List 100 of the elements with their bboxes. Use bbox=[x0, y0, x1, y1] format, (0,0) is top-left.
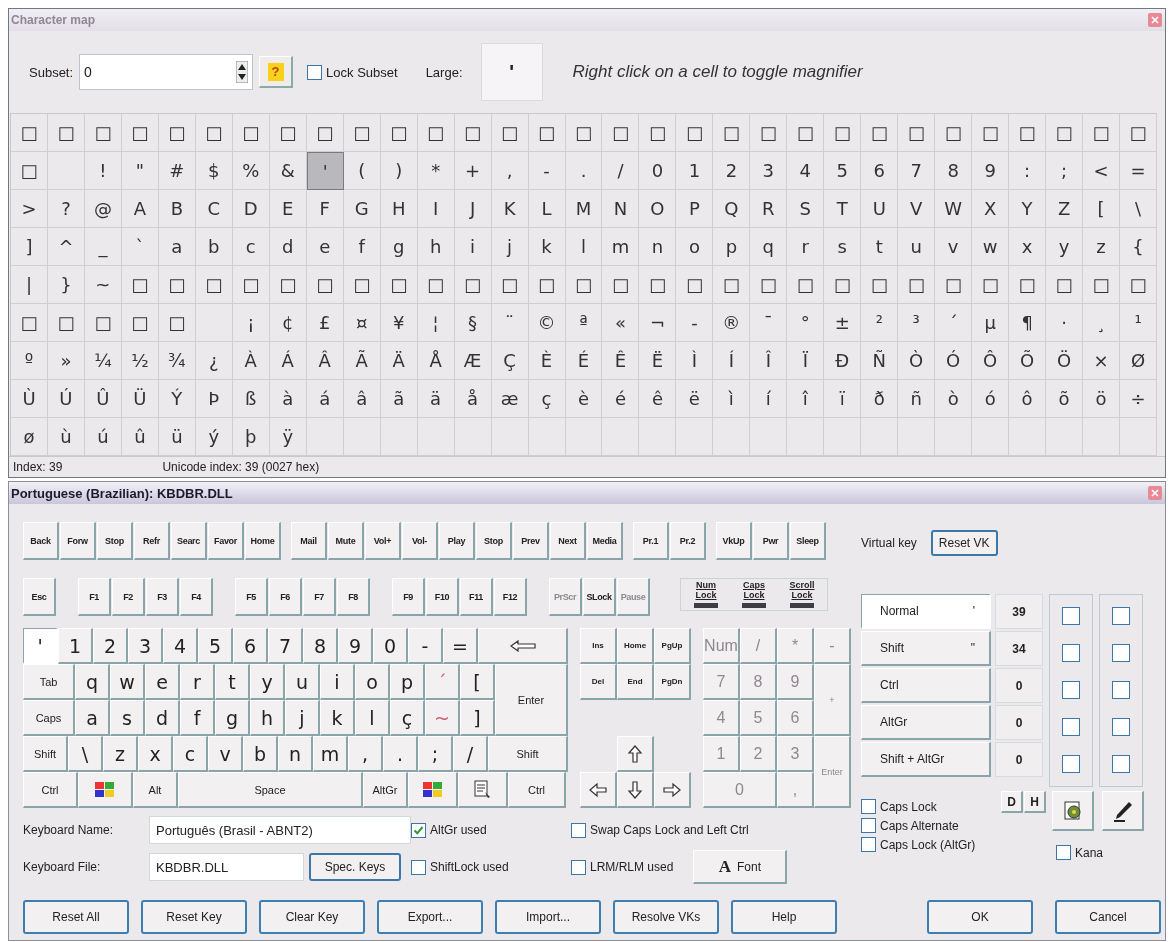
character-cell[interactable]: Ô bbox=[972, 342, 1010, 380]
character-code-field[interactable]: 0 bbox=[995, 705, 1043, 740]
keyboard-key[interactable]: 8 bbox=[303, 628, 338, 664]
character-cell[interactable] bbox=[639, 418, 677, 456]
character-cell[interactable]: z bbox=[1083, 228, 1121, 266]
character-cell[interactable]: Ò bbox=[898, 342, 936, 380]
character-cell[interactable]: □ bbox=[824, 114, 862, 152]
character-cell[interactable]: □ bbox=[121, 266, 159, 304]
character-cell[interactable]: Ê bbox=[602, 342, 640, 380]
character-cell[interactable]: + bbox=[454, 152, 492, 190]
dialog-button[interactable]: Reset Key bbox=[141, 900, 247, 934]
character-cell[interactable]: × bbox=[1083, 342, 1121, 380]
character-cell[interactable]: r bbox=[787, 228, 825, 266]
character-cell[interactable]: ö bbox=[1083, 380, 1121, 418]
keyboard-key[interactable]: s bbox=[110, 700, 145, 736]
character-cell[interactable]: ¦ bbox=[417, 304, 455, 342]
character-cell[interactable]: n bbox=[639, 228, 677, 266]
character-cell[interactable]: C bbox=[195, 190, 233, 228]
character-cell[interactable]: ¢ bbox=[269, 304, 307, 342]
character-cell[interactable]: ú bbox=[84, 418, 122, 456]
character-cell[interactable]: V bbox=[898, 190, 936, 228]
character-cell[interactable]: ¾ bbox=[158, 342, 196, 380]
media-key[interactable]: Vol+ bbox=[365, 522, 401, 560]
media-key[interactable]: Mute bbox=[328, 522, 364, 560]
checkbox[interactable] bbox=[1062, 607, 1080, 625]
character-cell[interactable]: □ bbox=[491, 114, 529, 152]
keyboard-key[interactable]: / bbox=[453, 736, 488, 772]
character-cell[interactable]: < bbox=[1083, 152, 1121, 190]
character-cell[interactable]: R bbox=[750, 190, 788, 228]
character-cell[interactable]: ë bbox=[676, 380, 714, 418]
character-cell[interactable]: □ bbox=[380, 114, 418, 152]
character-cell[interactable]: · bbox=[1046, 304, 1084, 342]
character-cell[interactable]: æ bbox=[491, 380, 529, 418]
keyboard-key[interactable]: g bbox=[215, 700, 250, 736]
character-cell[interactable]: □ bbox=[750, 266, 788, 304]
character-cell[interactable]: ¹ bbox=[1120, 304, 1157, 342]
media-key[interactable]: Media bbox=[587, 522, 623, 560]
character-cell[interactable]: ¡ bbox=[232, 304, 270, 342]
character-cell[interactable]: ï bbox=[824, 380, 862, 418]
checkbox[interactable] bbox=[411, 822, 426, 838]
character-cell[interactable]: ? bbox=[47, 190, 85, 228]
character-cell[interactable]: ´ bbox=[935, 304, 973, 342]
character-cell[interactable]: □ bbox=[1009, 114, 1047, 152]
character-cell[interactable] bbox=[491, 418, 529, 456]
character-cell[interactable]: ¶ bbox=[1009, 304, 1047, 342]
media-key[interactable]: Pr.1 bbox=[633, 522, 669, 560]
character-cell[interactable]: □ bbox=[158, 266, 196, 304]
function-key[interactable]: F2 bbox=[112, 578, 145, 616]
keyboard-key[interactable] bbox=[654, 772, 691, 808]
character-cell[interactable]: □ bbox=[454, 114, 492, 152]
character-code-field[interactable]: 39 bbox=[995, 594, 1043, 629]
character-cell[interactable]: □ bbox=[1120, 114, 1157, 152]
keyboard-key[interactable]: Del bbox=[580, 664, 617, 700]
function-key[interactable]: F3 bbox=[146, 578, 179, 616]
keyboard-key[interactable]: 0 bbox=[373, 628, 408, 664]
character-cell[interactable] bbox=[454, 418, 492, 456]
character-cell[interactable]: è bbox=[565, 380, 603, 418]
media-key[interactable]: Play bbox=[439, 522, 475, 560]
keyboard-key[interactable]: Tab bbox=[23, 664, 75, 700]
character-cell[interactable]: □ bbox=[380, 266, 418, 304]
character-cell[interactable]: □ bbox=[898, 266, 936, 304]
character-cell[interactable]: □ bbox=[935, 114, 973, 152]
keyboard-key[interactable]: 6 bbox=[233, 628, 268, 664]
character-cell[interactable]: : bbox=[1009, 152, 1047, 190]
character-cell[interactable]: y bbox=[1046, 228, 1084, 266]
keyboard-key[interactable]: q bbox=[75, 664, 110, 700]
font-button[interactable]: A Font bbox=[693, 850, 788, 884]
character-cell[interactable]: § bbox=[454, 304, 492, 342]
character-cell[interactable]: □ bbox=[84, 114, 122, 152]
character-cell[interactable]: Ù bbox=[11, 380, 48, 418]
close-icon[interactable] bbox=[1148, 486, 1162, 500]
media-key[interactable]: Back bbox=[23, 522, 59, 560]
character-cell[interactable]: □ bbox=[195, 114, 233, 152]
keyboard-tool-button[interactable] bbox=[1052, 791, 1094, 831]
character-cell[interactable]: □ bbox=[195, 266, 233, 304]
character-cell[interactable]: â bbox=[343, 380, 381, 418]
character-cell[interactable]: □ bbox=[676, 266, 714, 304]
character-cell[interactable]: T bbox=[824, 190, 862, 228]
character-cell[interactable] bbox=[1083, 418, 1121, 456]
function-key[interactable]: F4 bbox=[180, 578, 213, 616]
character-cell[interactable]: Ó bbox=[935, 342, 973, 380]
keyboard-key[interactable]: r bbox=[180, 664, 215, 700]
dialog-button[interactable]: Export... bbox=[377, 900, 483, 934]
character-cell[interactable]: Y bbox=[1009, 190, 1047, 228]
character-cell[interactable]: á bbox=[306, 380, 344, 418]
character-cell[interactable]: É bbox=[565, 342, 603, 380]
character-cell[interactable]: ¥ bbox=[380, 304, 418, 342]
character-code-field[interactable]: 0 bbox=[995, 668, 1043, 703]
character-cell[interactable] bbox=[1009, 418, 1047, 456]
close-icon[interactable] bbox=[1148, 13, 1162, 27]
character-cell[interactable] bbox=[1046, 418, 1084, 456]
character-cell[interactable]: □ bbox=[1046, 266, 1084, 304]
checkbox[interactable] bbox=[1056, 845, 1071, 860]
keyboard-key[interactable]: e bbox=[145, 664, 180, 700]
keyboard-key[interactable]: m bbox=[313, 736, 348, 772]
character-cell[interactable]: x bbox=[1009, 228, 1047, 266]
character-cell[interactable]: { bbox=[1120, 228, 1157, 266]
character-cell[interactable]: □ bbox=[787, 114, 825, 152]
character-cell[interactable]: □ bbox=[121, 304, 159, 342]
checkbox[interactable] bbox=[1112, 681, 1130, 699]
